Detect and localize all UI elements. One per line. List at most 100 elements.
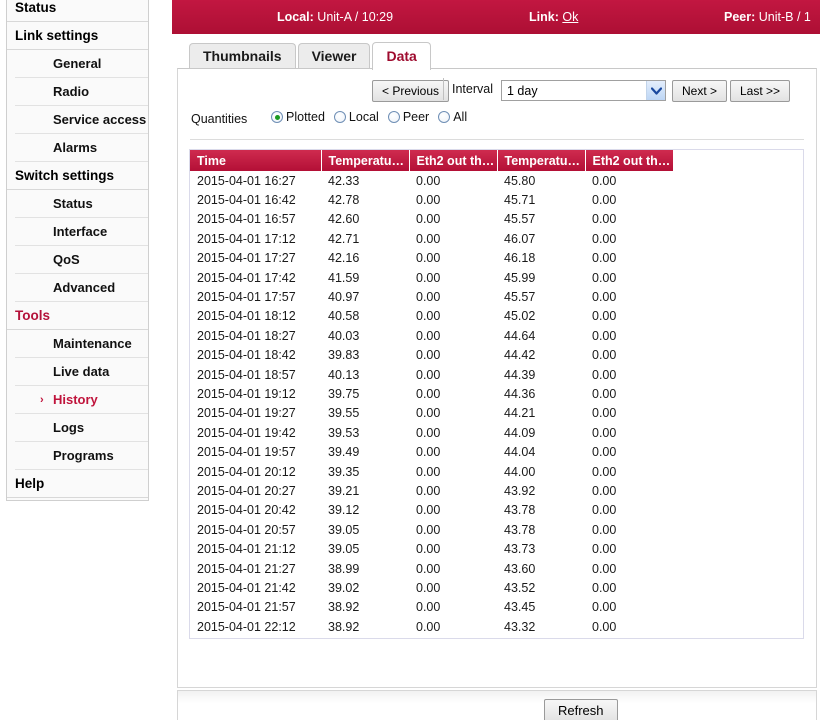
sidebar-item-help[interactable]: Help [7, 470, 148, 498]
table-column-header[interactable]: Time [190, 150, 322, 171]
cell-value: 0.00 [585, 403, 673, 424]
table-row[interactable]: 2015-04-01 19:12 39.75 0.00 44.36 0.00 [190, 384, 673, 404]
sidebar-item-tools[interactable]: Tools [7, 302, 148, 330]
table-row[interactable]: 2015-04-01 20:12 39.35 0.00 44.00 0.00 [190, 461, 673, 482]
sidebar-item-advanced[interactable]: Advanced [15, 274, 148, 302]
cell-text: 43.73 [504, 542, 536, 557]
interval-select[interactable]: 1 day [501, 80, 666, 101]
table-row[interactable]: 2015-04-01 19:57 39.49 0.00 44.04 0.00 [190, 442, 673, 462]
radio-button-icon[interactable] [333, 111, 346, 123]
sidebar-item-link-settings[interactable]: Link settings [7, 22, 148, 50]
cell-value: 0.00 [409, 267, 497, 288]
sidebar-item-general[interactable]: General [15, 50, 148, 78]
table-row[interactable]: 2015-04-01 18:12 40.58 0.00 45.02 0.00 [190, 306, 673, 327]
cell-value: 44.36 [497, 384, 585, 404]
table-row[interactable]: 2015-04-01 17:27 42.16 0.00 46.18 0.00 [190, 248, 673, 268]
cell-text: 0.00 [416, 580, 441, 595]
table-row[interactable]: 2015-04-01 20:27 39.21 0.00 43.92 0.00 [190, 481, 673, 501]
sidebar-item-switch-settings[interactable]: Switch settings [7, 162, 148, 190]
refresh-button[interactable]: Refresh [544, 699, 618, 720]
tab-viewer[interactable]: Viewer [297, 43, 371, 70]
last-button[interactable]: Last >> [730, 80, 791, 102]
sidebar-item-history[interactable]: › History [15, 386, 148, 414]
table-column-header[interactable]: Temperatu… [321, 150, 410, 171]
radio-button-icon[interactable] [271, 111, 283, 123]
table-row[interactable]: 2015-04-01 17:42 41.59 0.00 45.99 0.00 [190, 267, 673, 288]
cell-value: 43.92 [497, 481, 585, 501]
sidebar-item-maintenance[interactable]: Maintenance [15, 330, 148, 358]
sidebar-item-logs[interactable]: Logs [15, 414, 148, 442]
table-row[interactable]: 2015-04-01 22:12 38.92 0.00 43.32 0.00 [190, 616, 673, 637]
sidebar-item-label: QoS [53, 252, 80, 267]
sidebar-item-qos[interactable]: QoS [15, 246, 148, 274]
cell-text: 39.21 [328, 483, 360, 498]
table-row[interactable]: 2015-04-01 18:42 39.83 0.00 44.42 0.00 [190, 345, 673, 365]
table-row[interactable]: 2015-04-01 17:57 40.97 0.00 45.57 0.00 [190, 287, 673, 307]
radio-label: Peer [402, 110, 430, 124]
tab-label: Viewer [311, 48, 357, 64]
sidebar-item-alarms[interactable]: Alarms [15, 134, 148, 162]
radio-label: Local [348, 110, 379, 124]
chevron-down-icon[interactable] [646, 81, 665, 100]
sidebar-item-label: Programs [53, 448, 114, 463]
sidebar-item-radio[interactable]: Radio [15, 78, 148, 106]
table-row[interactable]: 2015-04-01 21:27 38.99 0.00 43.60 0.00 [190, 558, 673, 579]
radio-button-icon[interactable] [438, 111, 451, 123]
table-row[interactable]: 2015-04-01 16:42 42.78 0.00 45.71 0.00 [190, 190, 673, 210]
table-column-header[interactable]: Temperatu… [497, 150, 586, 171]
table-row[interactable]: 2015-04-01 17:12 42.71 0.00 46.07 0.00 [190, 229, 673, 249]
next-button[interactable]: Next > [672, 80, 728, 102]
table-row[interactable]: 2015-04-01 20:57 39.05 0.00 43.78 0.00 [190, 520, 673, 540]
cell-value: 44.09 [497, 423, 585, 443]
sidebar-item-status[interactable]: Status [15, 190, 148, 218]
cell-value: 44.64 [497, 326, 585, 346]
table-row[interactable]: 2015-04-01 19:42 39.53 0.00 44.09 0.00 [190, 423, 673, 443]
table-row[interactable]: 2015-04-01 16:57 42.60 0.00 45.57 0.00 [190, 209, 673, 230]
cell-value: 0.00 [585, 229, 673, 249]
cell-time: 2015-04-01 18:42 [190, 345, 321, 365]
table-row[interactable]: 2015-04-01 20:42 39.12 0.00 43.78 0.00 [190, 500, 673, 521]
cell-value: 39.05 [321, 539, 409, 559]
radio-plotted[interactable]: Plotted [271, 110, 325, 124]
table-row[interactable]: 2015-04-01 19:27 39.55 0.00 44.21 0.00 [190, 403, 673, 424]
tab-data[interactable]: Data [372, 42, 431, 70]
status-link-value[interactable]: Ok [562, 10, 578, 24]
sidebar-item-interface[interactable]: Interface [15, 218, 148, 246]
radio-button-icon[interactable] [387, 111, 400, 123]
radio-local[interactable]: Local [333, 110, 379, 124]
previous-button[interactable]: < Previous [372, 80, 450, 102]
table-header-row: Time Temperatu… Eth2 out th… Temperatu… Eth2… [190, 150, 673, 171]
cell-text: 44.21 [504, 406, 536, 421]
sidebar-item-service-access[interactable]: Service access [15, 106, 148, 134]
cell-text: 0.00 [592, 503, 617, 518]
cell-value: 40.97 [321, 287, 409, 307]
tab-thumbnails[interactable]: Thumbnails [189, 43, 296, 70]
cell-time: 2015-04-01 20:42 [190, 500, 321, 521]
footer-panel: Refresh [177, 690, 817, 720]
cell-text: 0.00 [416, 367, 441, 382]
cell-text: 2015-04-01 21:27 [197, 561, 296, 576]
cell-value: 39.75 [321, 384, 409, 404]
table-row[interactable]: 2015-04-01 18:27 40.03 0.00 44.64 0.00 [190, 326, 673, 346]
cell-time: 2015-04-01 17:57 [190, 287, 321, 307]
sidebar-item-programs[interactable]: Programs [15, 442, 148, 470]
toolbar-divider [443, 78, 444, 100]
cell-text: 0.00 [416, 425, 441, 440]
table-row[interactable]: 2015-04-01 16:27 42.33 0.00 45.80 0.00 [190, 171, 673, 191]
cell-text: 0.00 [416, 328, 441, 343]
sidebar-item-status[interactable]: Status [7, 0, 148, 22]
table-row[interactable]: 2015-04-01 18:57 40.13 0.00 44.39 0.00 [190, 364, 673, 385]
table-column-header[interactable]: Eth2 out th… [409, 150, 498, 171]
cell-time: 2015-04-01 18:57 [190, 364, 321, 385]
table-row[interactable]: 2015-04-01 21:57 38.92 0.00 43.45 0.00 [190, 597, 673, 617]
cell-value: 45.02 [497, 306, 585, 327]
table-row[interactable]: 2015-04-01 21:12 39.05 0.00 43.73 0.00 [190, 539, 673, 559]
radio-peer[interactable]: Peer [387, 110, 430, 124]
table-column-header[interactable]: Eth2 out th… [585, 150, 673, 171]
radio-all[interactable]: All [438, 110, 467, 124]
cell-value: 43.78 [497, 500, 585, 521]
table-row[interactable]: 2015-04-01 21:42 39.02 0.00 43.52 0.00 [190, 578, 673, 598]
cell-value: 43.60 [497, 558, 585, 579]
sidebar-item-live-data[interactable]: Live data [15, 358, 148, 386]
cell-text: 39.02 [328, 580, 360, 595]
